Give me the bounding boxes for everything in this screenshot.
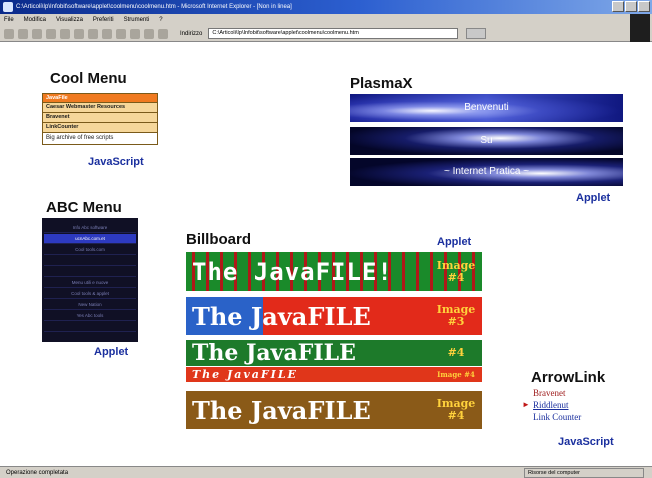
- arrowlink-heading: ArrowLink: [531, 369, 606, 386]
- menu-file[interactable]: File: [4, 14, 14, 26]
- abc-menu-item[interactable]: Cool tools.com: [44, 245, 136, 255]
- abc-menu-item[interactable]: Info Abc software: [44, 223, 136, 233]
- window-titlebar: C:\Articoli\Ip\Infobit\software\applet\c…: [0, 0, 652, 14]
- banner-image-label: Image #4: [436, 258, 476, 284]
- banner-image-label: #4: [447, 346, 465, 359]
- billboard-banner[interactable]: The JavaFILE Image #4: [186, 367, 482, 382]
- menu-modifica[interactable]: Modifica: [24, 14, 46, 26]
- cool-menu: JavaFile Caesar Webmaster Resources Brav…: [42, 93, 158, 145]
- cool-menu-item[interactable]: LinkCounter: [42, 123, 158, 133]
- stop-icon[interactable]: [32, 28, 42, 39]
- billboard-banner[interactable]: The JavaFILE Image #3: [186, 297, 482, 335]
- abc-menu-item[interactable]: [44, 322, 136, 332]
- menu-bar: File Modifica Visualizza Preferiti Strum…: [0, 14, 652, 26]
- plasma-button-benvenuti[interactable]: Benvenuti: [350, 94, 623, 122]
- billboard-tag: Applet: [437, 236, 472, 248]
- arrowlink-label: Link Counter: [533, 412, 582, 422]
- abc-menu-heading: ABC Menu: [46, 199, 122, 216]
- address-label: Indirizzo: [180, 30, 203, 37]
- banner-image-label: Image #4: [436, 397, 476, 422]
- go-button[interactable]: [466, 28, 487, 39]
- banner-text: The JavaFILE: [192, 368, 298, 381]
- internet-explorer-icon: [3, 2, 13, 12]
- arrowlink-item-link-counter[interactable]: Link Counter: [521, 412, 581, 424]
- banner-text: The JavaFILE!: [192, 257, 393, 286]
- toolbar: Indirizzo C:\Articoli\Ip\Infobit\softwar…: [0, 26, 652, 42]
- search-icon[interactable]: [74, 28, 84, 39]
- banner-text: The JavaFILE: [192, 301, 371, 331]
- history-icon[interactable]: [102, 28, 112, 39]
- abc-menu-item[interactable]: Yes Abc tools: [44, 311, 136, 321]
- minimize-button[interactable]: [612, 1, 624, 12]
- status-zone: Risorse del computer: [524, 468, 644, 478]
- forward-icon[interactable]: [18, 28, 28, 39]
- close-button[interactable]: [638, 1, 650, 12]
- abc-menu-item[interactable]: New Nation: [44, 300, 136, 310]
- mail-icon[interactable]: [116, 28, 126, 39]
- arrowlink-label: Bravenet: [533, 388, 566, 398]
- abc-menu: Info Abc software ucnAbc.com.et Cool too…: [42, 218, 138, 342]
- status-text: Operazione completata: [6, 470, 69, 476]
- billboard-banner[interactable]: The JavaFILE Image #4: [186, 391, 482, 429]
- banner-image-label: Image #3: [436, 303, 476, 328]
- menu-visualizza[interactable]: Visualizza: [56, 14, 83, 26]
- plasmax-heading: PlasmaX: [350, 75, 413, 92]
- arrowlink-list: Bravenet ► Riddlenut Link Counter: [521, 388, 581, 424]
- abc-menu-tag: Applet: [94, 346, 129, 358]
- cool-menu-item[interactable]: Bravenet: [42, 113, 158, 123]
- abc-menu-item[interactable]: ucnAbc.com.et: [44, 234, 136, 244]
- favorites-icon[interactable]: [88, 28, 98, 39]
- billboard-banner[interactable]: The JavaFILE! Image #4: [186, 252, 482, 291]
- status-bar: Operazione completata Risorse del comput…: [0, 466, 652, 478]
- menu-preferiti[interactable]: Preferiti: [93, 14, 114, 26]
- billboard-heading: Billboard: [186, 231, 252, 248]
- cool-menu-tag: JavaScript: [88, 156, 144, 168]
- address-input[interactable]: C:\Articoli\Ip\Infobit\software\applet\c…: [208, 28, 459, 39]
- abc-menu-item[interactable]: Cool tools & applet: [44, 289, 136, 299]
- back-icon[interactable]: [4, 28, 14, 39]
- arrow-right-icon: ►: [522, 400, 530, 409]
- plasma-button-internet-pratica[interactable]: ~ Internet Pratica ~: [350, 158, 623, 186]
- cool-menu-item[interactable]: JavaFile: [42, 93, 158, 103]
- arrowlink-item-bravenet[interactable]: Bravenet: [521, 388, 581, 400]
- menu-strumenti[interactable]: Strumenti: [124, 14, 150, 26]
- banner-text: The JavaFILE: [192, 340, 356, 366]
- arrowlink-tag: JavaScript: [558, 436, 614, 448]
- maximize-button[interactable]: [625, 1, 637, 12]
- abc-menu-item[interactable]: [44, 267, 136, 277]
- home-icon[interactable]: [60, 28, 70, 39]
- cool-menu-heading: Cool Menu: [50, 70, 127, 87]
- arrowlink-label: Riddlenut: [533, 400, 569, 410]
- ie-throbber-icon: [630, 14, 650, 42]
- banner-image-label: Image #4: [437, 369, 475, 379]
- cool-menu-item[interactable]: Big archive of free scripts: [42, 133, 158, 145]
- arrowlink-item-riddlenut[interactable]: ► Riddlenut: [521, 400, 581, 412]
- window-title: C:\Articoli\Ip\Infobit\software\applet\c…: [16, 4, 292, 10]
- abc-menu-item[interactable]: [44, 256, 136, 266]
- abc-menu-item[interactable]: Menu utili e nuove: [44, 278, 136, 288]
- billboard-banner[interactable]: The JavaFILE #4: [186, 340, 482, 366]
- plasma-button-su[interactable]: Su: [350, 127, 623, 155]
- plasmax-tag: Applet: [576, 192, 611, 204]
- banner-text: The JavaFILE: [192, 395, 371, 425]
- print-icon[interactable]: [130, 28, 140, 39]
- cool-menu-item[interactable]: Caesar Webmaster Resources: [42, 103, 158, 113]
- window-controls: [612, 1, 650, 12]
- edit-icon[interactable]: [144, 28, 154, 39]
- menu-help[interactable]: ?: [159, 14, 162, 26]
- discuss-icon[interactable]: [158, 28, 168, 39]
- refresh-icon[interactable]: [46, 28, 56, 39]
